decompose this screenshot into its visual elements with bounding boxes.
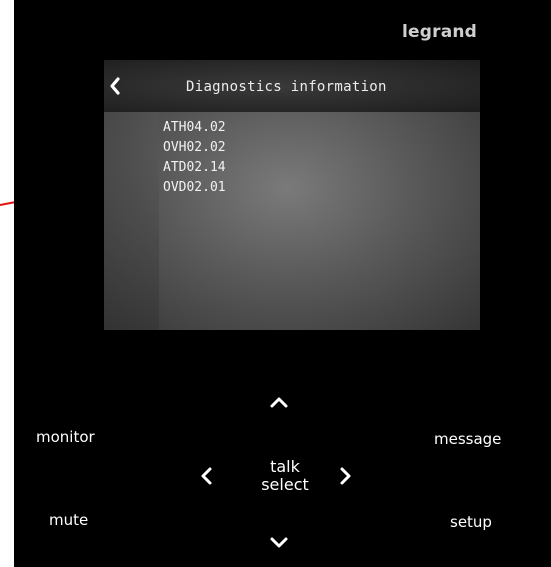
- mute-button[interactable]: mute: [49, 511, 88, 529]
- talk-select-button[interactable]: talk select: [254, 458, 316, 494]
- brand-logo: legrand: [402, 22, 478, 42]
- list-item: ATH04.02: [163, 120, 226, 135]
- message-button[interactable]: message: [434, 430, 501, 448]
- display-screen: Diagnostics information ATH04.02 OVH02.0…: [104, 60, 480, 330]
- screen-header: Diagnostics information: [104, 60, 480, 112]
- right-chevron-icon[interactable]: [338, 465, 354, 487]
- left-chevron-icon[interactable]: [198, 465, 214, 487]
- down-chevron-icon[interactable]: [268, 535, 290, 551]
- monitor-button[interactable]: monitor: [36, 428, 95, 446]
- intercom-panel: legrand Diagnostics information ATH04.02…: [14, 0, 551, 567]
- up-chevron-icon[interactable]: [268, 394, 290, 410]
- list-item: OVD02.01: [163, 180, 226, 195]
- back-chevron-icon[interactable]: [106, 74, 128, 98]
- diagnostics-list: ATH04.02 OVH02.02 ATD02.14 OVD02.01: [159, 112, 480, 330]
- list-item: ATD02.14: [163, 160, 226, 175]
- talk-label: talk: [270, 457, 300, 476]
- screen-title: Diagnostics information: [186, 79, 387, 95]
- select-label: select: [261, 475, 309, 494]
- list-item: OVH02.02: [163, 140, 226, 155]
- setup-button[interactable]: setup: [450, 513, 492, 531]
